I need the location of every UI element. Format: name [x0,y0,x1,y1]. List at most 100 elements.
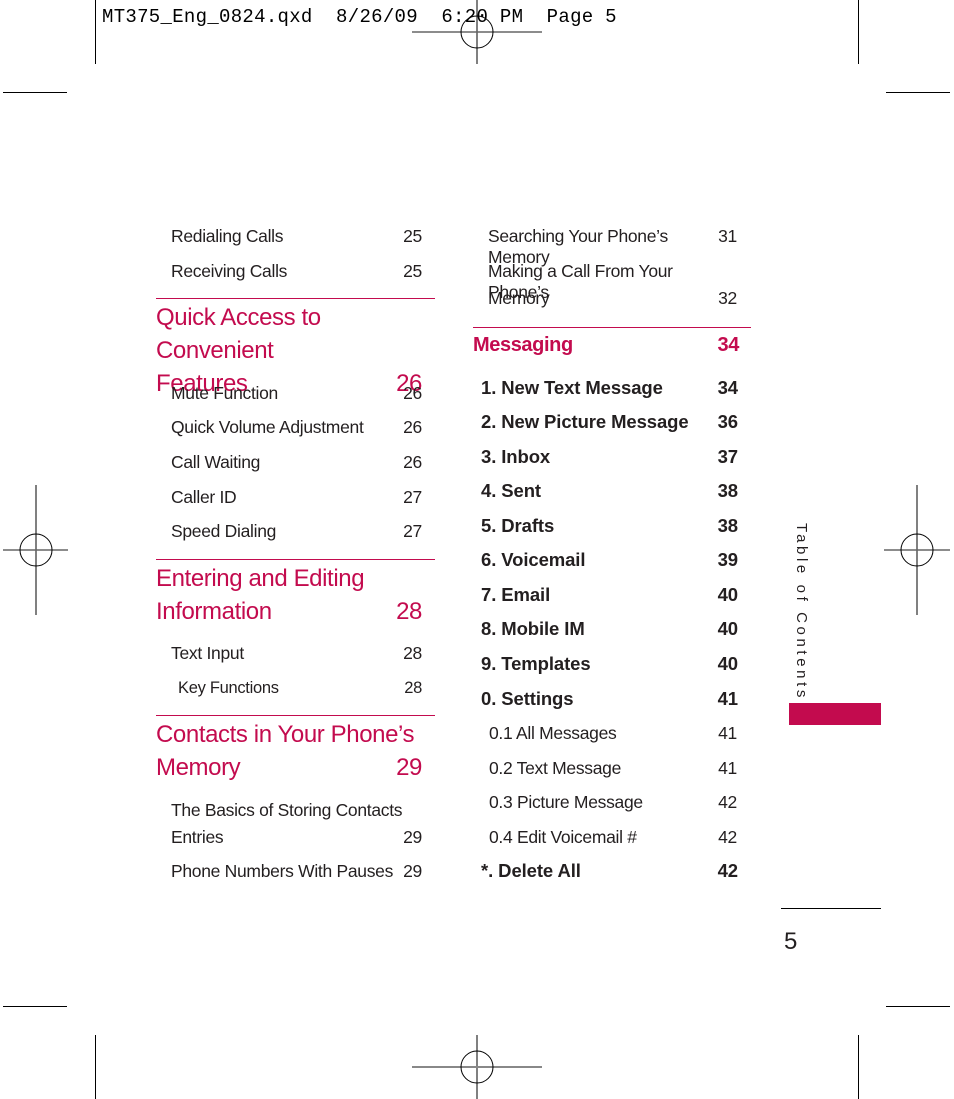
section-title: Entering and Editing [156,565,365,592]
toc-entry[interactable]: Caller ID 27 [171,487,422,508]
crop-mark [95,1035,96,1099]
toc-entry-label: Phone Numbers With Pauses [171,861,394,881]
toc-subentry[interactable]: 0.3 Picture Message 42 [489,792,737,813]
toc-entry-page: 41 [717,688,738,709]
registration-mark-icon [884,485,950,615]
toc-entry-page: 40 [717,584,738,605]
section-page: 34 [717,334,740,356]
toc-entry[interactable]: Quick Volume Adjustment 26 [171,417,422,438]
toc-entry-page: 42 [718,792,737,812]
section-divider [156,559,435,560]
toc-entry-label: Mute Function [171,383,278,403]
toc-entry-label: Speed Dialing [171,521,277,541]
section-page: 29 [396,754,422,781]
toc-entry-label: 1. New Text Message [481,377,663,398]
toc-entry[interactable]: 2. New Picture Message 36 [481,411,738,433]
section-divider [156,298,435,299]
toc-entry-page: 26 [403,452,422,472]
toc-entry-page: 32 [718,288,737,308]
crop-mark [858,1035,859,1099]
toc-subentry[interactable]: Key Functions 28 [178,679,422,698]
registration-mark-icon [3,485,68,615]
toc-entry-label: 5. Drafts [481,515,555,536]
toc-entry-page: 39 [717,549,738,570]
toc-entry[interactable]: Entries 29 [171,827,422,848]
toc-entry-page: 25 [403,226,422,246]
side-tab-marker [789,703,881,725]
toc-entry-page: 36 [717,411,738,432]
toc-entry[interactable]: 5. Drafts 38 [481,515,738,537]
toc-entry-page: 28 [403,643,422,663]
toc-entry-page: 29 [403,861,422,881]
toc-entry-label: Caller ID [171,487,237,507]
toc-entry[interactable]: 3. Inbox 37 [481,446,738,468]
toc-entry-page: 42 [717,860,738,881]
toc-entry-label: 3. Inbox [481,446,551,467]
crop-mark [886,92,950,93]
toc-entry-label: Entries [171,827,224,847]
toc-entry-label: 0.1 All Messages [489,723,617,743]
toc-entry-label: 9. Templates [481,653,591,674]
toc-entry[interactable]: 0. Settings 41 [481,688,738,710]
toc-entry-label: 0. Settings [481,688,574,709]
toc-entry[interactable]: Mute Function 26 [171,383,422,404]
registration-mark-icon [412,0,542,64]
toc-entry-label: *. Delete All [481,860,581,881]
registration-mark-icon [412,1035,542,1099]
toc-entry-label: 2. New Picture Message [481,411,689,432]
toc-entry-page: 41 [718,723,737,743]
section-title: Information [156,598,272,625]
toc-entry-label: Call Waiting [171,452,261,472]
toc-entry-label: Redialing Calls [171,226,284,246]
section-heading[interactable]: Messaging 34 [473,329,739,362]
toc-entry[interactable]: Memory 32 [488,288,737,309]
toc-entry[interactable]: 7. Email 40 [481,584,738,606]
toc-entry-label: 8. Mobile IM [481,618,585,639]
toc-entry-line1[interactable]: The Basics of Storing Contacts [171,800,422,821]
toc-entry[interactable]: Phone Numbers With Pauses 29 [171,861,422,882]
toc-entry-page: 37 [717,446,738,467]
section-title: Contacts in Your Phone’s [156,721,415,748]
toc-entry[interactable]: 8. Mobile IM 40 [481,618,738,640]
toc-entry-page: 26 [403,383,422,403]
toc-entry-page: 42 [718,827,737,847]
toc-entry[interactable]: Call Waiting 26 [171,452,422,473]
toc-entry-label: 0.2 Text Message [489,758,622,778]
toc-entry-page: 29 [403,827,422,847]
section-heading[interactable]: Entering and Editing Information 28 [156,562,422,628]
toc-subentry[interactable]: 0.4 Edit Voicemail # 42 [489,827,737,848]
toc-entry-page: 27 [403,521,422,541]
crop-mark [95,0,96,64]
toc-entry[interactable]: Receiving Calls 25 [171,261,422,282]
toc-entry-label: The Basics of Storing Contacts [171,800,403,820]
toc-entry-page: 34 [717,377,738,398]
toc-entry[interactable]: Text Input 28 [171,643,422,664]
page-number: 5 [784,928,798,955]
section-divider [473,327,751,328]
toc-entry-page: 40 [717,618,738,639]
toc-entry[interactable]: 6. Voicemail 39 [481,549,738,571]
toc-entry-page: 31 [718,226,737,246]
crop-mark [3,1006,67,1007]
toc-entry[interactable]: *. Delete All 42 [481,860,738,882]
section-heading[interactable]: Contacts in Your Phone’s Memory 29 [156,718,422,784]
crop-mark [3,92,67,93]
toc-entry-page: 28 [404,679,422,697]
section-title: Memory [156,754,241,781]
crop-mark [886,1006,950,1007]
section-title: Quick Access to Convenient [156,304,321,364]
toc-entry[interactable]: Speed Dialing 27 [171,521,422,542]
toc-entry-label: 0.4 Edit Voicemail # [489,827,637,847]
section-divider [156,715,435,716]
folio-rule [781,908,881,909]
toc-entry-label: Quick Volume Adjustment [171,417,364,437]
toc-subentry[interactable]: 0.2 Text Message 41 [489,758,737,779]
toc-entry[interactable]: 9. Templates 40 [481,653,738,675]
toc-entry-page: 38 [717,480,738,501]
toc-entry-page: 41 [718,758,737,778]
toc-entry[interactable]: Redialing Calls 25 [171,226,422,247]
toc-entry[interactable]: 1. New Text Message 34 [481,377,738,399]
section-page: 28 [396,598,422,625]
toc-entry[interactable]: 4. Sent 38 [481,480,738,502]
toc-subentry[interactable]: 0.1 All Messages 41 [489,723,737,744]
